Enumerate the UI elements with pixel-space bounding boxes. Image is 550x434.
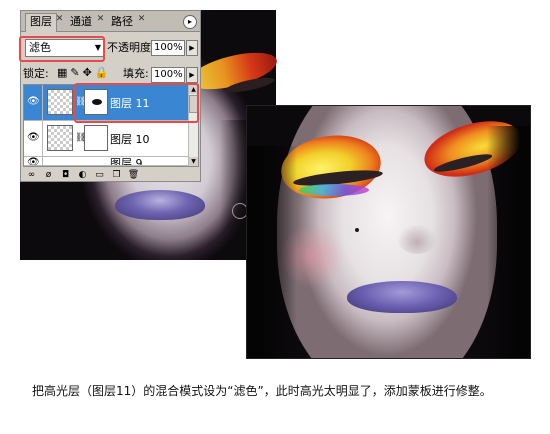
eye-icon[interactable]: 👁	[27, 132, 40, 144]
tab-channels[interactable]: 通道	[66, 14, 96, 30]
lock-position-icon[interactable]: ✥	[83, 66, 95, 79]
panel-bottom-bar: ∞ ø ◘ ◐ ▭ ❐ 🗑	[23, 169, 199, 181]
blend-mode-highlight	[19, 36, 105, 62]
layer-row-9[interactable]: 👁 图层 9	[24, 157, 190, 166]
tab-layers[interactable]: 图层	[25, 13, 57, 32]
close-icon[interactable]: ✕	[54, 14, 65, 25]
panel-menu-icon[interactable]: ▸	[183, 15, 197, 29]
lock-image-icon[interactable]: ✎	[70, 66, 82, 79]
lips	[115, 190, 205, 220]
beauty-mark	[355, 228, 359, 232]
fx-icon[interactable]: ø	[40, 169, 57, 181]
layer-row-10[interactable]: 👁 ⛓ 图层 10	[24, 121, 190, 157]
opacity-field[interactable]: 100%	[151, 40, 185, 56]
rainbow-liner	[299, 184, 369, 196]
caption-text: 把高光层（图层11）的混合模式设为“滤色”，此时高光太明显了，添加蒙板进行修整。	[32, 384, 492, 398]
layer-highlight	[74, 83, 199, 123]
layer-name: 图层 10	[110, 133, 150, 146]
close-icon[interactable]: ✕	[95, 14, 106, 25]
scroll-down-icon[interactable]: ▼	[189, 157, 198, 166]
layer-thumbnail	[47, 89, 73, 115]
adjustment-icon[interactable]: ◐	[74, 169, 91, 181]
nose	[397, 224, 437, 254]
eye-icon[interactable]: 👁	[27, 157, 40, 165]
link-icon[interactable]: ⛓	[75, 133, 86, 143]
eye-icon[interactable]: 👁	[27, 96, 40, 108]
add-mask-icon[interactable]: ◘	[57, 169, 74, 181]
lock-transparency-icon[interactable]: ▦	[57, 66, 70, 79]
panel-tabs: 图层 ✕ 通道 ✕ 路径 ✕ ▸	[21, 11, 200, 32]
hair	[487, 126, 530, 358]
layer-thumbnail	[47, 125, 73, 151]
fill-arrow-icon[interactable]: ▶	[186, 67, 198, 83]
photo-after	[246, 105, 531, 359]
hair	[247, 146, 297, 358]
link-layers-icon[interactable]: ∞	[23, 169, 40, 181]
layer-mask-thumbnail[interactable]	[84, 125, 108, 151]
lips	[347, 281, 457, 313]
new-layer-icon[interactable]: ❐	[108, 169, 125, 181]
fill-label: 填充:	[123, 67, 149, 80]
trash-icon[interactable]: 🗑	[125, 169, 142, 181]
lock-all-icon[interactable]: 🔒	[95, 66, 112, 79]
lock-label: 锁定:	[23, 67, 49, 80]
layer-name: 图层 9	[110, 157, 143, 166]
tab-paths[interactable]: 路径	[107, 14, 137, 30]
opacity-label: 不透明度:	[107, 41, 155, 54]
fill-field[interactable]: 100%	[151, 67, 185, 83]
close-icon[interactable]: ✕	[136, 14, 147, 25]
group-icon[interactable]: ▭	[91, 169, 108, 181]
lock-icons: ▦✎✥🔒	[57, 66, 112, 79]
opacity-arrow-icon[interactable]: ▶	[186, 40, 198, 56]
layers-panel: 图层 ✕ 通道 ✕ 路径 ✕ ▸ 滤色 ▼ 不透明度: 100% ▶ 锁定: ▦…	[19, 10, 201, 182]
